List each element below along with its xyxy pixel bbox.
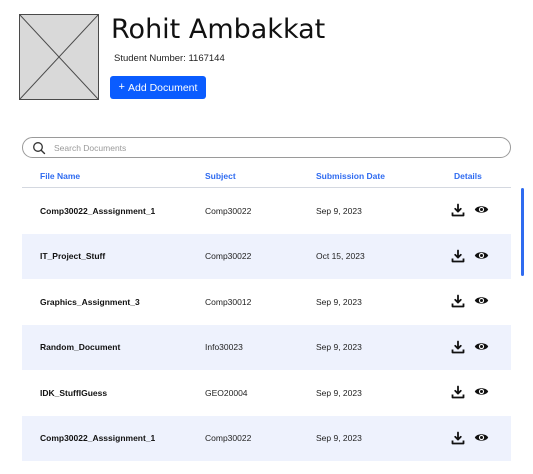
eye-icon[interactable] <box>474 341 489 352</box>
column-header-subject[interactable]: Subject <box>205 171 236 181</box>
subject-cell: Comp30022 <box>205 205 252 216</box>
search-input[interactable] <box>54 142 474 153</box>
submission-date-cell: Sep 9, 2023 <box>316 205 362 216</box>
documents-table: Comp30022_Asssignment_1 Comp30022 Sep 9,… <box>22 188 511 461</box>
submission-date-cell: Sep 9, 2023 <box>316 387 362 398</box>
download-icon[interactable] <box>451 249 465 263</box>
file-name-cell: Graphics_Assignment_3 <box>40 296 140 307</box>
eye-icon[interactable] <box>474 250 489 261</box>
submission-date-cell: Sep 9, 2023 <box>316 296 362 307</box>
eye-icon[interactable] <box>474 295 489 306</box>
download-icon[interactable] <box>451 340 465 354</box>
download-icon[interactable] <box>451 431 465 445</box>
file-name-cell: Comp30022_Asssignment_1 <box>40 205 156 216</box>
download-icon[interactable] <box>451 203 465 217</box>
column-header-file-name[interactable]: File Name <box>40 171 80 181</box>
add-document-button[interactable]: + Add Document <box>110 76 206 99</box>
search-icon <box>33 141 46 154</box>
file-name-cell: IDK_StuffIGuess <box>40 387 108 398</box>
student-number: Student Number: 1167144 <box>114 53 225 64</box>
add-document-label: Add Document <box>127 81 198 94</box>
submission-date-cell: Sep 9, 2023 <box>316 433 362 444</box>
subject-cell: Comp30022 <box>205 433 252 444</box>
table-header: File Name Subject Submission Date Detail… <box>22 167 511 188</box>
column-header-details: Details <box>454 171 482 181</box>
download-icon[interactable] <box>451 294 465 308</box>
search-bar[interactable] <box>22 137 511 158</box>
table-row[interactable]: Graphics_Assignment_3 Comp30012 Sep 9, 2… <box>22 279 511 325</box>
table-scrollbar[interactable] <box>521 188 524 276</box>
submission-date-cell: Oct 15, 2023 <box>316 251 365 262</box>
table-row[interactable]: Comp30022_Asssignment_1 Comp30022 Sep 9,… <box>22 415 511 461</box>
submission-date-cell: Sep 9, 2023 <box>316 342 362 353</box>
subject-cell: Info30023 <box>205 342 243 353</box>
plus-icon: + <box>118 81 125 93</box>
download-icon[interactable] <box>451 385 465 399</box>
table-row[interactable]: IT_Project_Stuff Comp30022 Oct 15, 2023 <box>22 233 511 279</box>
avatar-placeholder <box>19 14 99 100</box>
file-name-cell: Comp30022_Asssignment_1 <box>40 433 156 444</box>
file-name-cell: IT_Project_Stuff <box>40 251 106 262</box>
file-name-cell: Random_Document <box>40 342 121 353</box>
table-row[interactable]: IDK_StuffIGuess GEO20004 Sep 9, 2023 <box>22 370 511 416</box>
subject-cell: Comp30022 <box>205 251 252 262</box>
subject-cell: Comp30012 <box>205 296 252 307</box>
eye-icon[interactable] <box>474 386 489 397</box>
eye-icon[interactable] <box>474 204 489 215</box>
image-placeholder-icon <box>20 15 98 99</box>
subject-cell: GEO20004 <box>205 387 248 398</box>
table-row[interactable]: Comp30022_Asssignment_1 Comp30022 Sep 9,… <box>22 188 511 234</box>
student-name: Rohit Ambakkat <box>111 14 326 45</box>
eye-icon[interactable] <box>474 432 489 443</box>
column-header-submission-date[interactable]: Submission Date <box>316 171 385 181</box>
table-row[interactable]: Random_Document Info30023 Sep 9, 2023 <box>22 324 511 370</box>
